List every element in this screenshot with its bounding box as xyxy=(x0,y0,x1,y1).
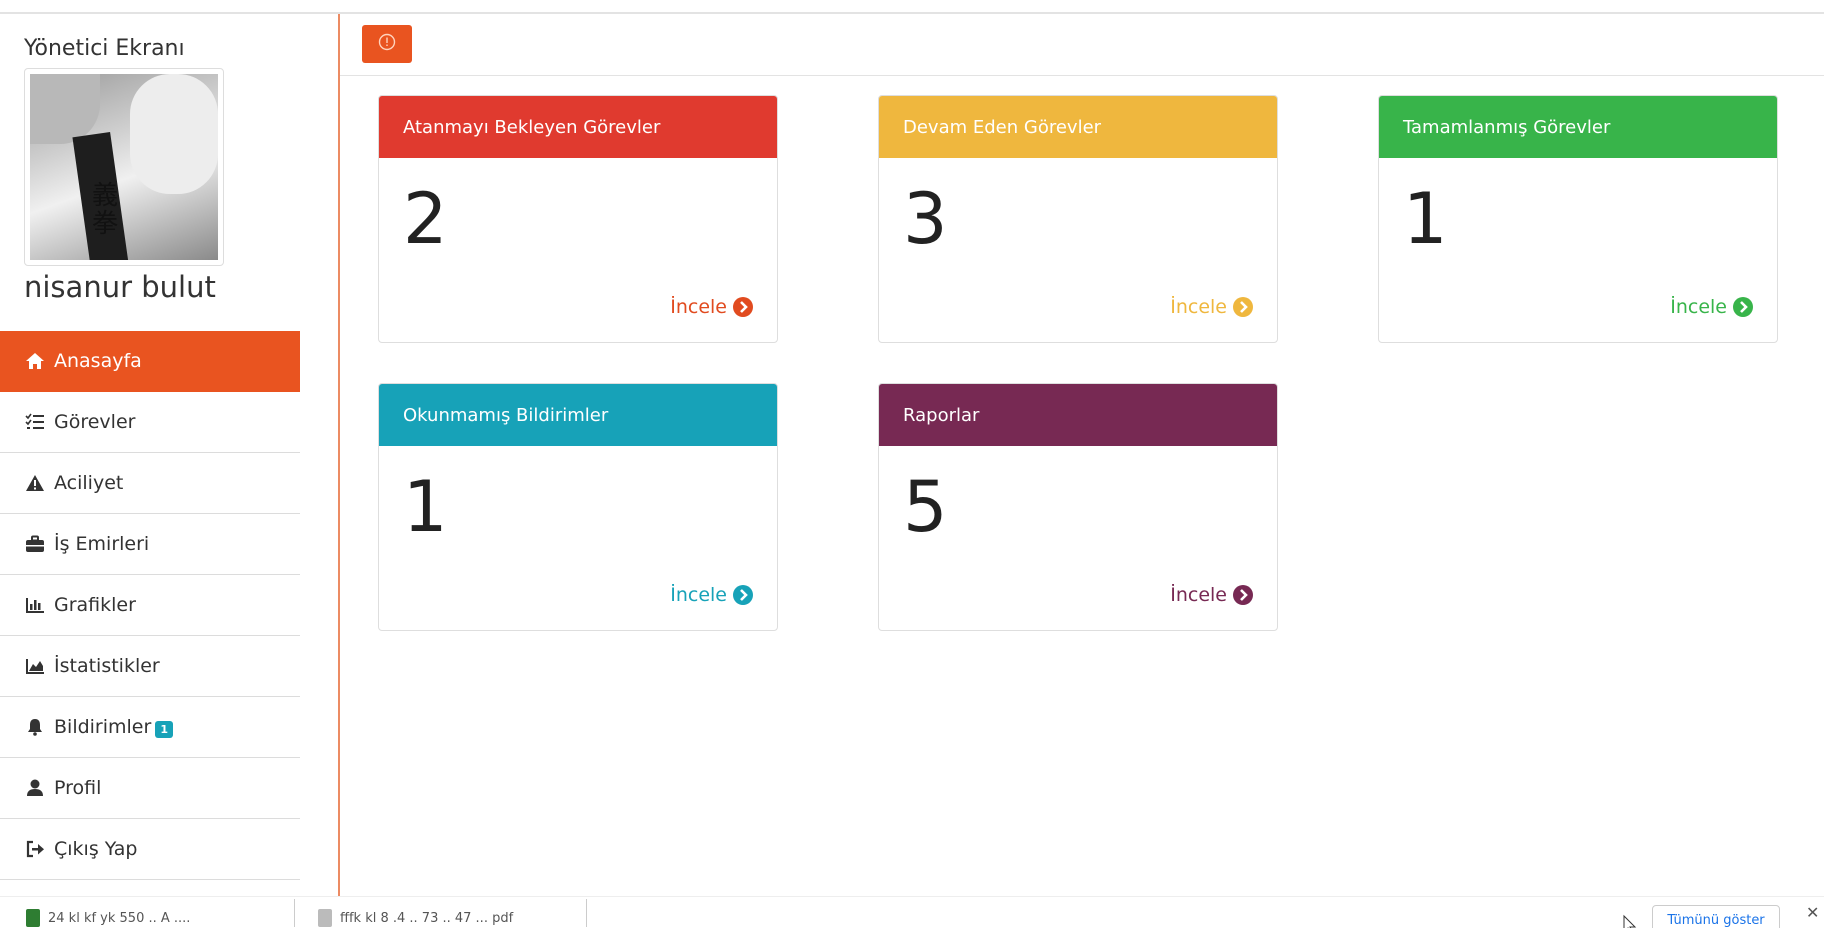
sidebar-item-label: Aciliyet xyxy=(54,472,124,494)
sidebar-item-gorevler[interactable]: Görevler xyxy=(0,392,300,453)
warning-icon xyxy=(24,473,46,493)
alert-button[interactable] xyxy=(362,25,412,63)
download-item-label: fffk kl 8 .4 .. 73 .. 47 ... pdf xyxy=(340,910,514,926)
sidebar-item-label: Çıkış Yap xyxy=(54,838,138,860)
sidebar-item-label: Grafikler xyxy=(54,594,136,616)
user-name: nisanur bulut xyxy=(24,270,216,304)
card-count: 5 xyxy=(903,466,948,548)
sidebar-item-profil[interactable]: Profil xyxy=(0,758,300,819)
sign-out-icon xyxy=(24,839,46,859)
avatar: 義拳 xyxy=(24,68,224,266)
card-link-label: İncele xyxy=(1170,296,1227,318)
sidebar-item-label: Bildirimler xyxy=(54,716,152,738)
chevron-circle-right-icon xyxy=(1233,585,1253,605)
card-count: 1 xyxy=(1403,178,1448,260)
sidebar-nav: Anasayfa Görevler Aciliyet İş Emirleri G… xyxy=(0,331,300,880)
bar-chart-icon xyxy=(24,595,46,615)
card-link-label: İncele xyxy=(670,296,727,318)
card-title: Atanmayı Bekleyen Görevler xyxy=(379,96,777,158)
card-count: 1 xyxy=(403,466,448,548)
chevron-circle-right-icon xyxy=(733,585,753,605)
notification-badge: 1 xyxy=(155,720,173,738)
sidebar-item-label: Profil xyxy=(54,777,102,799)
download-item-label: 24 kl kf yk 550 .. A .... xyxy=(48,910,191,926)
card-title: Tamamlanmış Görevler xyxy=(1379,96,1777,158)
download-separator xyxy=(294,899,295,927)
card-link-label: İncele xyxy=(1670,296,1727,318)
sidebar-item-label: Görevler xyxy=(54,411,136,433)
sidebar-item-istatistikler[interactable]: İstatistikler xyxy=(0,636,300,697)
avatar-image: 義拳 xyxy=(30,74,218,260)
card-count: 3 xyxy=(903,178,948,260)
sidebar-item-anasayfa[interactable]: Anasayfa xyxy=(0,331,300,392)
card-link-incele[interactable]: İncele xyxy=(1670,296,1753,318)
card-count: 2 xyxy=(403,178,448,260)
sidebar-item-label: İş Emirleri xyxy=(54,533,150,555)
download-item[interactable]: fffk kl 8 .4 .. 73 .. 47 ... pdf xyxy=(318,903,513,928)
bell-icon xyxy=(24,717,46,737)
sidebar-item-grafikler[interactable]: Grafikler xyxy=(0,575,300,636)
sidebar-item-label: İstatistikler xyxy=(54,655,160,677)
user-icon xyxy=(24,778,46,798)
briefcase-icon xyxy=(24,534,46,554)
top-bar xyxy=(340,14,1824,76)
sidebar-item-label: Anasayfa xyxy=(54,350,142,372)
close-icon[interactable]: ✕ xyxy=(1806,903,1819,922)
sidebar-item-aciliyet[interactable]: Aciliyet xyxy=(0,453,300,514)
card-link-label: İncele xyxy=(670,584,727,606)
file-icon xyxy=(26,909,40,927)
mouse-cursor-icon xyxy=(1623,914,1637,928)
card-unread-notifications: Okunmamış Bildirimler 1 İncele xyxy=(378,383,778,631)
show-all-button[interactable]: Tümünü göster xyxy=(1652,905,1780,928)
file-icon xyxy=(318,909,332,927)
download-separator xyxy=(586,899,587,927)
card-link-incele[interactable]: İncele xyxy=(670,296,753,318)
card-title: Okunmamış Bildirimler xyxy=(379,384,777,446)
download-bar: 24 kl kf yk 550 .. A .... fffk kl 8 .4 .… xyxy=(0,896,1824,928)
sidebar-item-cikis-yap[interactable]: Çıkış Yap xyxy=(0,819,300,880)
card-link-incele[interactable]: İncele xyxy=(1170,584,1253,606)
card-link-incele[interactable]: İncele xyxy=(1170,296,1253,318)
sidebar-item-is-emirleri[interactable]: İş Emirleri xyxy=(0,514,300,575)
sidebar-item-bildirimler[interactable]: Bildirimler 1 xyxy=(0,697,300,758)
card-unassigned-tasks: Atanmayı Bekleyen Görevler 2 İncele xyxy=(378,95,778,343)
download-item[interactable]: 24 kl kf yk 550 .. A .... xyxy=(26,903,190,928)
chevron-circle-right-icon xyxy=(1733,297,1753,317)
card-ongoing-tasks: Devam Eden Görevler 3 İncele xyxy=(878,95,1278,343)
admin-title: Yönetici Ekranı xyxy=(24,36,185,61)
card-link-label: İncele xyxy=(1170,584,1227,606)
card-reports: Raporlar 5 İncele xyxy=(878,383,1278,631)
chevron-circle-right-icon xyxy=(733,297,753,317)
card-link-incele[interactable]: İncele xyxy=(670,584,753,606)
card-title: Devam Eden Görevler xyxy=(879,96,1277,158)
area-chart-icon xyxy=(24,656,46,676)
chevron-circle-right-icon xyxy=(1233,297,1253,317)
card-completed-tasks: Tamamlanmış Görevler 1 İncele xyxy=(1378,95,1778,343)
sidebar-divider xyxy=(338,14,340,896)
card-title: Raporlar xyxy=(879,384,1277,446)
list-check-icon xyxy=(24,412,46,432)
alert-circle-icon xyxy=(378,33,396,55)
home-icon xyxy=(24,351,46,371)
